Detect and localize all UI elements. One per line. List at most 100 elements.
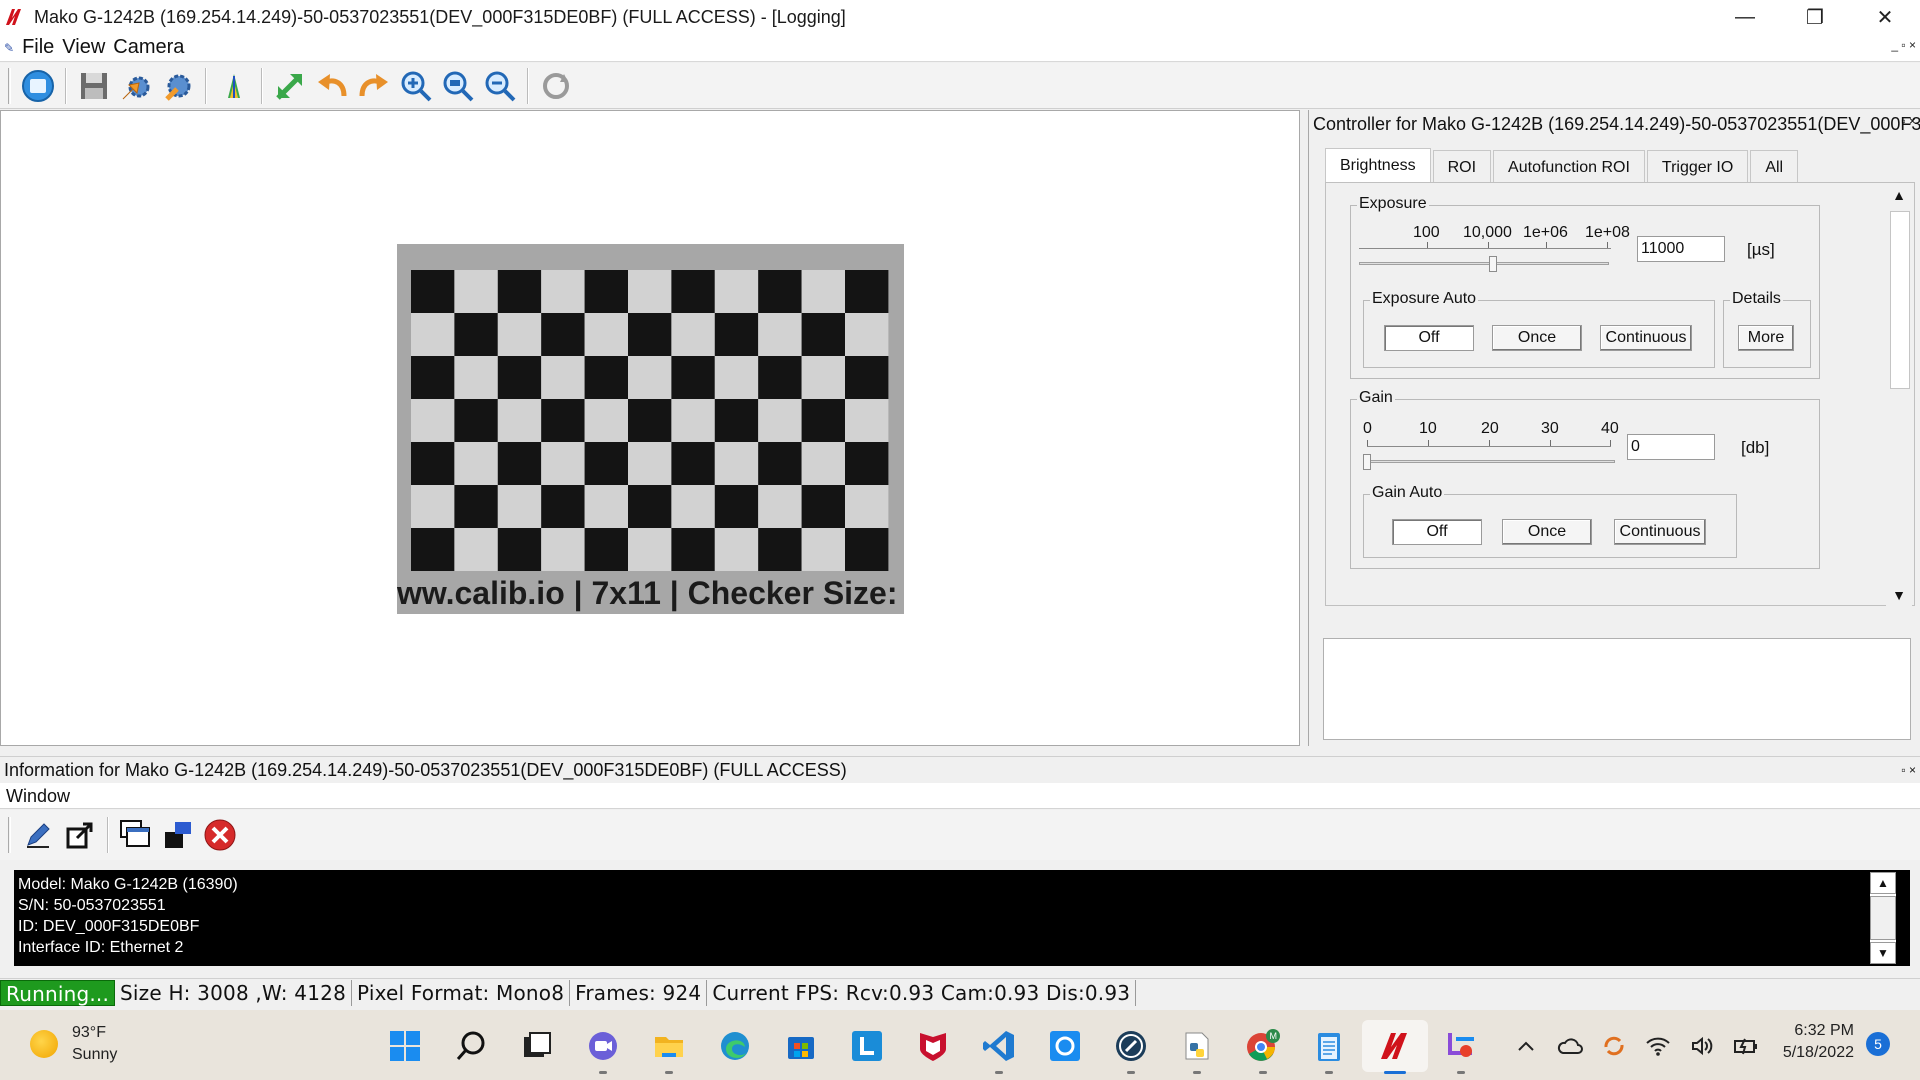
running-indicator [1127, 1071, 1135, 1074]
python-idle-icon[interactable] [1164, 1020, 1230, 1074]
file-explorer-icon[interactable] [636, 1020, 702, 1074]
l-app-icon[interactable] [834, 1020, 900, 1072]
edge-browser-icon[interactable] [702, 1020, 768, 1072]
close-window-icon[interactable] [201, 816, 239, 854]
sync-icon[interactable] [1592, 1030, 1636, 1062]
exposure-slider-thumb[interactable] [1489, 256, 1497, 272]
notification-badge[interactable]: 5 [1866, 1032, 1890, 1056]
generic-app-icon[interactable] [1032, 1020, 1098, 1072]
exposure-slider-track[interactable] [1359, 262, 1609, 265]
checker-square [801, 270, 845, 313]
zoom-out-icon[interactable] [481, 67, 519, 105]
gain-auto-off-button[interactable]: Off [1392, 519, 1482, 545]
microsoft-store-icon[interactable] [768, 1020, 834, 1072]
toolbar-grip[interactable] [8, 67, 11, 104]
toolbar-grip[interactable] [8, 817, 11, 853]
gain-slider-thumb[interactable] [1363, 454, 1371, 470]
rotate-right-icon[interactable] [355, 67, 393, 105]
scroll-up-icon[interactable]: ▲ [1886, 183, 1912, 207]
snipping-tool-icon[interactable] [1428, 1020, 1494, 1074]
weather-widget[interactable]: 93°F Sunny [30, 1022, 117, 1066]
controller-title-controls[interactable]: ▫ × [1901, 114, 1916, 128]
checker-square [497, 270, 542, 313]
task-view-icon[interactable] [504, 1020, 570, 1072]
info-line-interface: Interface ID: Ethernet 2 [18, 939, 184, 956]
capture-icon[interactable] [19, 67, 57, 105]
info-panel-controls[interactable]: ▫ × [1901, 757, 1916, 783]
gain-value-input[interactable]: 0 [1627, 434, 1715, 460]
checker-square [411, 485, 455, 528]
tab-trigger-io[interactable]: Trigger IO [1646, 150, 1749, 185]
scroll-down-icon[interactable]: ▼ [1886, 583, 1912, 607]
notepad-icon[interactable] [1296, 1020, 1362, 1074]
gain-auto-continuous-button[interactable]: Continuous [1614, 519, 1706, 545]
menu-file[interactable]: File [22, 36, 54, 59]
checker-square [411, 399, 455, 442]
tile-windows-icon[interactable] [159, 816, 197, 854]
menu-view[interactable]: View [62, 36, 105, 59]
vscode-icon[interactable] [966, 1020, 1032, 1074]
system-clock[interactable]: 6:32 PM 5/18/2022 [1764, 1020, 1854, 1064]
rotate-left-icon[interactable] [313, 67, 351, 105]
wifi-icon[interactable] [1636, 1030, 1680, 1062]
gain-tick [1610, 440, 1611, 446]
tab-brightness[interactable]: Brightness [1325, 148, 1431, 183]
scroll-up-icon[interactable]: ▲ [1870, 872, 1896, 894]
cascade-windows-icon[interactable] [117, 816, 155, 854]
fit-to-window-icon[interactable] [271, 67, 309, 105]
exposure-tick [1546, 242, 1547, 248]
exposure-auto-continuous-button[interactable]: Continuous [1600, 325, 1692, 351]
weather-description: Sunny [72, 1046, 118, 1063]
battery-icon[interactable] [1724, 1030, 1768, 1062]
chrome-icon[interactable]: M [1230, 1020, 1296, 1074]
refresh-icon[interactable] [537, 67, 575, 105]
camera-settings-icon[interactable] [159, 67, 197, 105]
zoom-fit-icon[interactable] [439, 67, 477, 105]
camera-info-output[interactable]: Model: Mako G-1242B (16390) S/N: 50-0537… [14, 870, 1910, 966]
exposure-auto-off-button[interactable]: Off [1384, 325, 1474, 351]
image-viewer[interactable]: ww.calib.io | 7x11 | Checker Size: 4 [0, 110, 1300, 746]
histogram-icon[interactable] [215, 67, 253, 105]
toolbar-separator [527, 67, 529, 104]
restore-button[interactable]: ❐ [1780, 0, 1850, 34]
more-button[interactable]: More [1738, 325, 1794, 351]
mdi-controls[interactable]: _ ▫ × [1891, 38, 1916, 52]
scrollbar-thumb[interactable] [1890, 211, 1910, 389]
gain-tick-label: 0 [1363, 420, 1372, 437]
volume-icon[interactable] [1680, 1030, 1724, 1062]
scrollbar-thumb[interactable] [1870, 896, 1896, 940]
tab-roi[interactable]: ROI [1432, 150, 1492, 185]
save-icon[interactable] [75, 67, 113, 105]
minimize-button[interactable]: — [1710, 0, 1780, 34]
menu-camera[interactable]: Camera [113, 36, 184, 59]
undock-window-icon[interactable] [61, 816, 99, 854]
gain-auto-once-button[interactable]: Once [1502, 519, 1592, 545]
controller-title: Controller for Mako G-1242B (169.254.14.… [1313, 114, 1920, 134]
exposure-value-input[interactable]: 11000 [1637, 236, 1725, 262]
chat-icon[interactable] [570, 1020, 636, 1074]
start-icon[interactable] [372, 1020, 438, 1072]
info-toolbar [0, 810, 1920, 860]
load-settings-icon[interactable] [117, 67, 155, 105]
gain-tick [1550, 440, 1551, 446]
vimba-viewer-icon[interactable] [1362, 1020, 1428, 1074]
search-icon[interactable] [438, 1020, 504, 1072]
menu-window[interactable]: Window [6, 786, 70, 806]
gain-slider-track[interactable] [1363, 460, 1615, 463]
close-button[interactable]: ✕ [1850, 0, 1920, 34]
checker-square [714, 485, 759, 528]
tab-all[interactable]: All [1750, 150, 1799, 185]
chevron-up-icon[interactable] [1504, 1030, 1548, 1062]
zoom-in-icon[interactable] [397, 67, 435, 105]
mcafee-icon[interactable] [900, 1020, 966, 1072]
info-scrollbar[interactable]: ▲ ▼ [1870, 872, 1896, 964]
exposure-auto-once-button[interactable]: Once [1492, 325, 1582, 351]
checker-square [497, 442, 542, 485]
onedrive-cloud-icon[interactable] [1548, 1030, 1592, 1062]
edit-pencil-icon[interactable] [19, 816, 57, 854]
controller-scrollbar[interactable]: ▲ ▼ [1886, 183, 1912, 607]
log-output-box[interactable] [1323, 638, 1911, 740]
tab-autofunction-roi[interactable]: Autofunction ROI [1493, 150, 1645, 185]
compass-app-icon[interactable] [1098, 1020, 1164, 1074]
scroll-down-icon[interactable]: ▼ [1870, 942, 1896, 964]
